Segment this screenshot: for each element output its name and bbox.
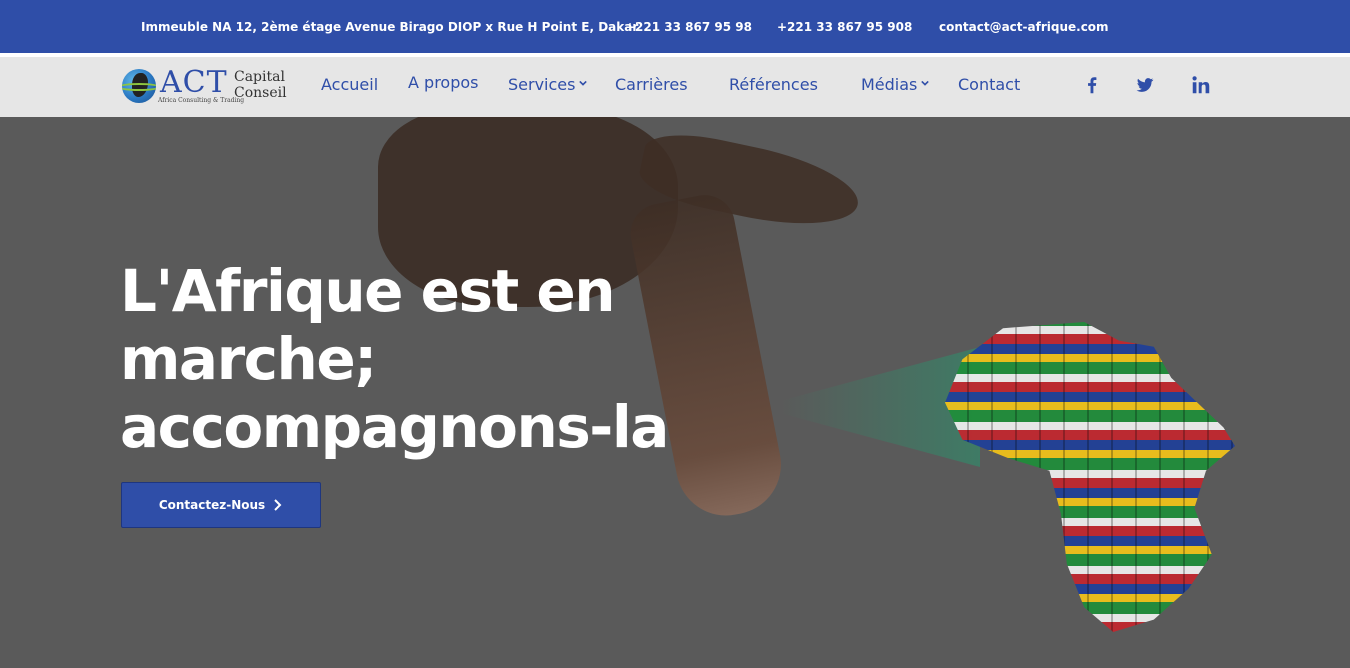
address-text: Immeuble NA 12, 2ème étage Avenue Birago… <box>141 20 639 34</box>
nav-label: Contact <box>958 75 1021 94</box>
cta-label: Contactez-Nous <box>158 498 266 512</box>
logo-tagline: Africa Consulting & Trading <box>158 97 245 104</box>
nav-label: Carrières <box>615 75 688 94</box>
nav-label: Accueil <box>321 75 379 94</box>
hero-banner: L'Afrique est en marche; accompagnons-la… <box>0 117 1350 668</box>
main-navbar: ACT Capital Conseil Africa Consulting & … <box>0 57 1350 117</box>
email-link[interactable]: contact@act-afrique.com <box>939 20 1109 34</box>
phone-link-2[interactable]: +221 33 867 95 908 <box>777 20 912 34</box>
chevron-right-icon <box>274 499 282 511</box>
nav-item-services[interactable]: Services <box>508 75 588 94</box>
contact-us-button[interactable]: Contactez-Nous <box>121 482 321 528</box>
phone-link-1[interactable]: +221 33 867 95 98 <box>625 20 752 34</box>
top-info-bar: Immeuble NA 12, 2ème étage Avenue Birago… <box>0 0 1350 53</box>
nav-label: Références <box>729 75 818 94</box>
linkedin-icon[interactable] <box>1190 74 1212 96</box>
hero-headline: L'Afrique est en marche; accompagnons-la <box>120 257 669 461</box>
nav-item-accueil[interactable]: Accueil <box>321 75 378 94</box>
chevron-down-icon <box>921 80 930 86</box>
nav-item-contact[interactable]: Contact <box>958 75 1020 94</box>
twitter-icon[interactable] <box>1134 74 1156 96</box>
nav-item-medias[interactable]: Médias <box>861 75 930 94</box>
globe-icon <box>122 69 156 103</box>
nav-item-a-propos[interactable]: A propos <box>408 73 478 92</box>
facebook-icon[interactable] <box>1081 74 1103 96</box>
nav-label: A propos <box>408 73 479 92</box>
nav-item-references[interactable]: Références <box>729 75 818 94</box>
logo-act-text: ACT <box>160 65 228 100</box>
africa-flags-grid <box>945 322 1235 632</box>
nav-item-carrieres[interactable]: Carrières <box>615 75 688 94</box>
chevron-down-icon <box>579 80 588 86</box>
nav-label: Services <box>508 75 576 94</box>
logo[interactable]: ACT Capital Conseil Africa Consulting & … <box>122 67 292 107</box>
logo-capital-text: Capital <box>234 69 285 85</box>
nav-label: Médias <box>861 75 918 94</box>
